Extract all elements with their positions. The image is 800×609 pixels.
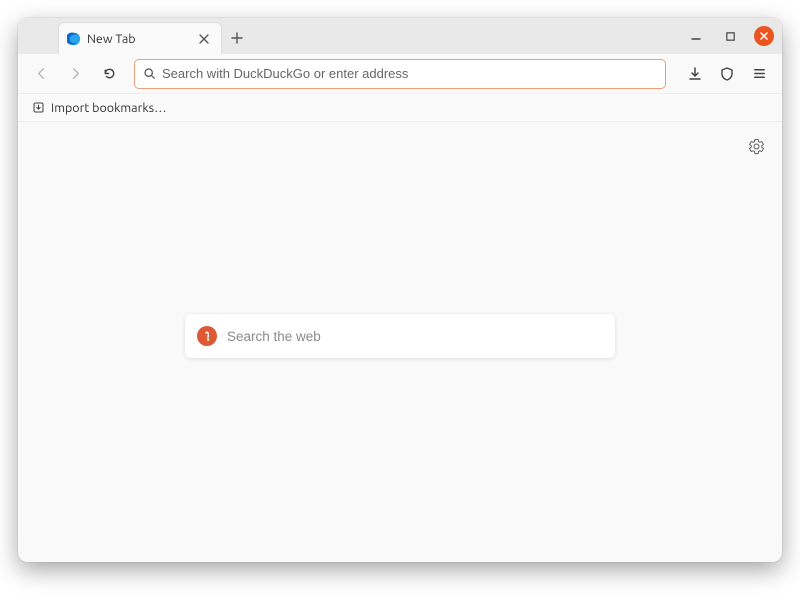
toolbar-right — [680, 59, 774, 89]
navigation-toolbar — [18, 54, 782, 94]
import-bookmarks-button[interactable]: Import bookmarks… — [28, 98, 171, 118]
shield-icon[interactable] — [712, 59, 742, 89]
firefox-newtab-icon — [67, 32, 81, 46]
url-input[interactable] — [162, 66, 657, 81]
new-tab-button[interactable] — [228, 29, 246, 47]
window-close-button[interactable] — [754, 26, 774, 46]
window-controls — [686, 18, 774, 54]
app-menu-button[interactable] — [744, 59, 774, 89]
window-minimize-button[interactable] — [686, 26, 706, 46]
search-icon — [143, 67, 156, 80]
reload-button[interactable] — [94, 59, 124, 89]
newtab-content — [18, 122, 782, 562]
window-maximize-button[interactable] — [720, 26, 740, 46]
url-bar-container — [134, 59, 666, 89]
browser-window: New Tab — [18, 18, 782, 562]
back-button[interactable] — [26, 59, 56, 89]
downloads-button[interactable] — [680, 59, 710, 89]
newtab-settings-button[interactable] — [744, 134, 768, 158]
tab-title: New Tab — [87, 32, 189, 46]
import-bookmarks-label: Import bookmarks… — [51, 101, 167, 115]
tab-new-tab[interactable]: New Tab — [58, 22, 222, 54]
tab-strip: New Tab — [18, 18, 782, 54]
forward-button[interactable] — [60, 59, 90, 89]
tab-close-button[interactable] — [195, 30, 213, 48]
duckduckgo-icon — [197, 326, 217, 346]
newtab-search-input[interactable] — [227, 329, 603, 344]
import-icon — [32, 101, 45, 114]
url-bar[interactable] — [134, 59, 666, 89]
bookmarks-toolbar: Import bookmarks… — [18, 94, 782, 122]
newtab-search-box[interactable] — [185, 314, 615, 358]
